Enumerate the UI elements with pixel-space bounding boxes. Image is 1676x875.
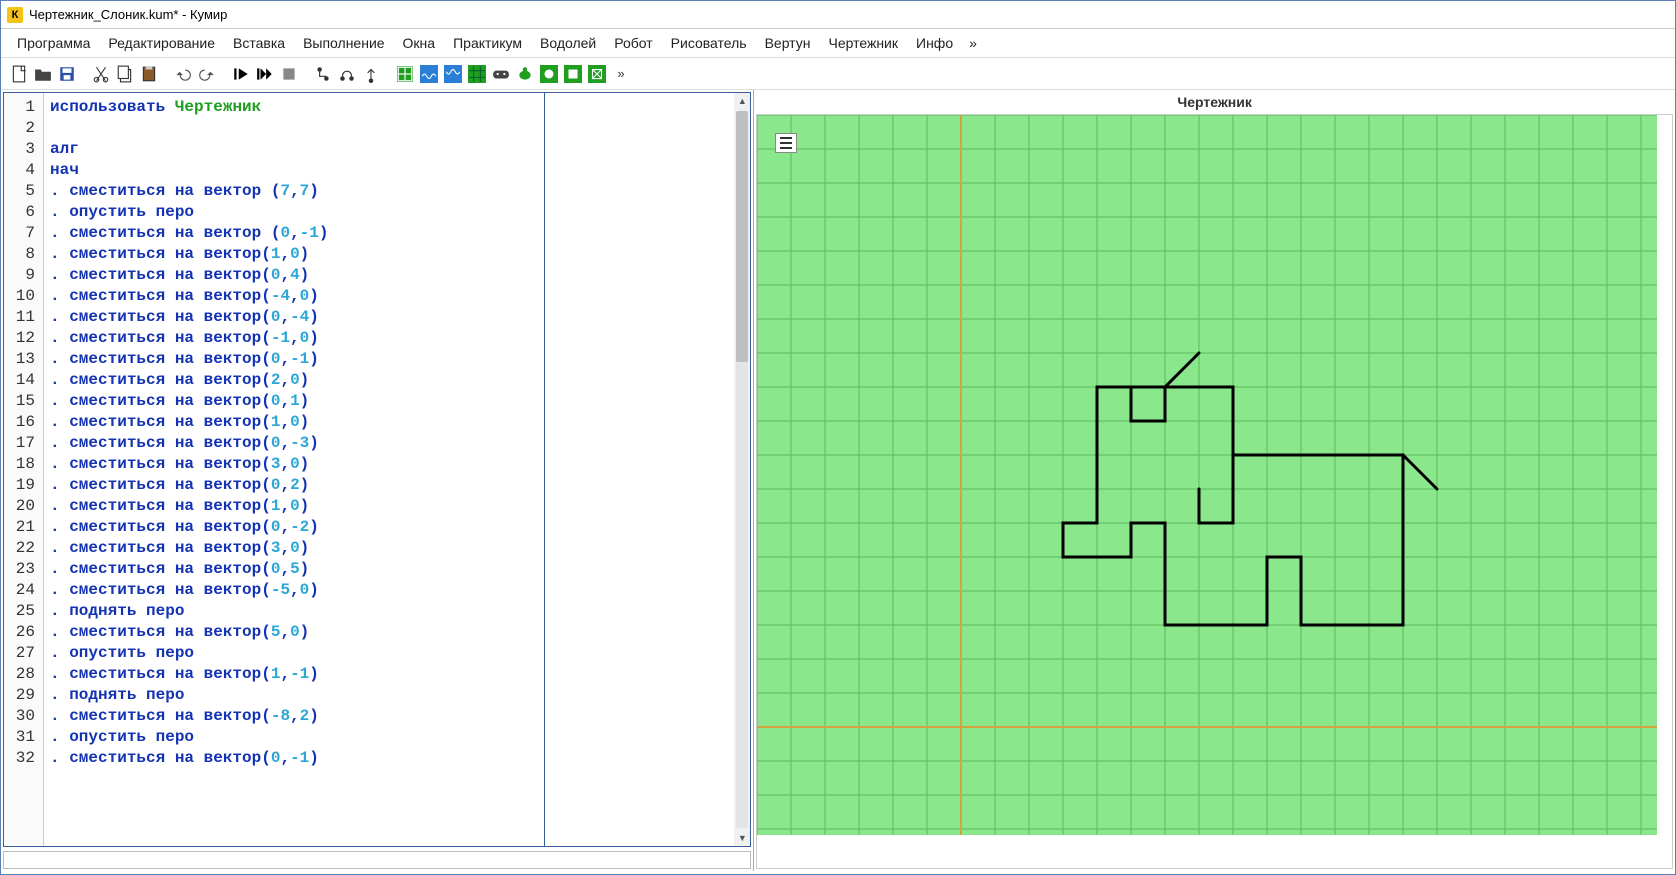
code-line: . сместиться на вектор(0,-3) xyxy=(50,433,728,454)
app-icon: К xyxy=(7,7,23,23)
menu-редактирование[interactable]: Редактирование xyxy=(100,33,223,53)
code-line: . сместиться на вектор(-8,2) xyxy=(50,706,728,727)
code-line: . сместиться на вектор(0,1) xyxy=(50,391,728,412)
code-line: . сместиться на вектор(0,-1) xyxy=(50,349,728,370)
open-file-icon[interactable] xyxy=(33,64,53,84)
toolbar: » xyxy=(1,58,1675,90)
code-line: . сместиться на вектор(0,2) xyxy=(50,475,728,496)
actor-3-icon[interactable] xyxy=(539,64,559,84)
actor-5-icon[interactable] xyxy=(587,64,607,84)
step-into-icon[interactable] xyxy=(313,64,333,84)
code-line: . сместиться на вектор(-1,0) xyxy=(50,328,728,349)
code-line xyxy=(50,118,728,139)
code-line: . сместиться на вектор(1,0) xyxy=(50,244,728,265)
editor-status-bar xyxy=(3,851,751,869)
menu-инфо[interactable]: Инфо xyxy=(908,33,961,53)
code-line: . сместиться на вектор(-4,0) xyxy=(50,286,728,307)
code-line: алг xyxy=(50,139,728,160)
step-out-icon[interactable] xyxy=(361,64,381,84)
menubar: ПрограммаРедактированиеВставкаВыполнение… xyxy=(1,29,1675,58)
menu-водолей[interactable]: Водолей xyxy=(532,33,604,53)
code-line: . сместиться на вектор(-5,0) xyxy=(50,580,728,601)
actor-grid-icon[interactable] xyxy=(467,64,487,84)
line-gutter: 1234567891011121314151617181920212223242… xyxy=(4,93,44,846)
code-line: . поднять перо xyxy=(50,601,728,622)
canvas-menu-icon[interactable] xyxy=(775,133,797,153)
code-line: . сместиться на вектор (0,-1) xyxy=(50,223,728,244)
drawing-title: Чертежник xyxy=(756,92,1673,114)
actor-turtle-icon[interactable] xyxy=(515,64,535,84)
actor-4-icon[interactable] xyxy=(563,64,583,84)
code-line: . сместиться на вектор(0,4) xyxy=(50,265,728,286)
run-fast-icon[interactable] xyxy=(255,64,275,84)
menu-робот[interactable]: Робот xyxy=(606,33,660,53)
code-line: . поднять перо xyxy=(50,685,728,706)
copy-icon[interactable] xyxy=(115,64,135,84)
menu-вставка[interactable]: Вставка xyxy=(225,33,293,53)
drawing-canvas[interactable] xyxy=(756,114,1673,869)
code-line: . сместиться на вектор(1,0) xyxy=(50,412,728,433)
menu-окна[interactable]: Окна xyxy=(395,33,444,53)
code-line: . сместиться на вектор(1,-1) xyxy=(50,664,728,685)
menu-вертун[interactable]: Вертун xyxy=(757,33,819,53)
window-title: Чертежник_Слоник.kum* - Кумир xyxy=(29,7,227,22)
code-line: . сместиться на вектор(1,0) xyxy=(50,496,728,517)
new-file-icon[interactable] xyxy=(9,64,29,84)
cut-icon[interactable] xyxy=(91,64,111,84)
scrollbar-thumb[interactable] xyxy=(736,111,748,362)
paste-icon[interactable] xyxy=(139,64,159,84)
actor-wave2-icon[interactable] xyxy=(443,64,463,84)
scroll-up-icon[interactable]: ▲ xyxy=(734,93,750,109)
actor-1-icon[interactable] xyxy=(395,64,415,84)
code-line: . опустить перо xyxy=(50,202,728,223)
code-line: . сместиться на вектор (7,7) xyxy=(50,181,728,202)
save-icon[interactable] xyxy=(57,64,77,84)
titlebar: К Чертежник_Слоник.kum* - Кумир xyxy=(1,1,1675,29)
menu-программа[interactable]: Программа xyxy=(9,33,98,53)
stop-icon[interactable] xyxy=(279,64,299,84)
code-editor[interactable]: использовать Чертежник алгнач. сместитьс… xyxy=(44,93,734,846)
menu-выполнение[interactable]: Выполнение xyxy=(295,33,392,53)
actor-controller-icon[interactable] xyxy=(491,64,511,84)
redo-icon[interactable] xyxy=(197,64,217,84)
toolbar-overflow[interactable]: » xyxy=(611,64,631,84)
menu-практикум[interactable]: Практикум xyxy=(445,33,530,53)
run-icon[interactable] xyxy=(231,64,251,84)
code-line: . сместиться на вектор(2,0) xyxy=(50,370,728,391)
step-over-icon[interactable] xyxy=(337,64,357,84)
menu-чертежник[interactable]: Чертежник xyxy=(820,33,906,53)
drawing-pane: Чертежник xyxy=(756,92,1673,869)
code-line: . сместиться на вектор(3,0) xyxy=(50,454,728,475)
vertical-scrollbar[interactable]: ▲ ▼ xyxy=(734,93,750,846)
editor-pane: 1234567891011121314151617181920212223242… xyxy=(1,90,754,871)
code-line: . сместиться на вектор(3,0) xyxy=(50,538,728,559)
code-line: нач xyxy=(50,160,728,181)
undo-icon[interactable] xyxy=(173,64,193,84)
code-line: . опустить перо xyxy=(50,643,728,664)
scroll-down-icon[interactable]: ▼ xyxy=(734,830,750,846)
code-line: . сместиться на вектор(5,0) xyxy=(50,622,728,643)
canvas-svg xyxy=(757,115,1657,835)
code-line: . сместиться на вектор(0,-4) xyxy=(50,307,728,328)
code-line: . сместиться на вектор(0,5) xyxy=(50,559,728,580)
code-line: . сместиться на вектор(0,-2) xyxy=(50,517,728,538)
menu-рисователь[interactable]: Рисователь xyxy=(663,33,755,53)
actor-wave-icon[interactable] xyxy=(419,64,439,84)
code-line: . опустить перо xyxy=(50,727,728,748)
menu-overflow[interactable]: » xyxy=(963,33,983,53)
code-line: . сместиться на вектор(0,-1) xyxy=(50,748,728,769)
code-line: использовать Чертежник xyxy=(50,97,728,118)
margin-line xyxy=(544,93,545,846)
